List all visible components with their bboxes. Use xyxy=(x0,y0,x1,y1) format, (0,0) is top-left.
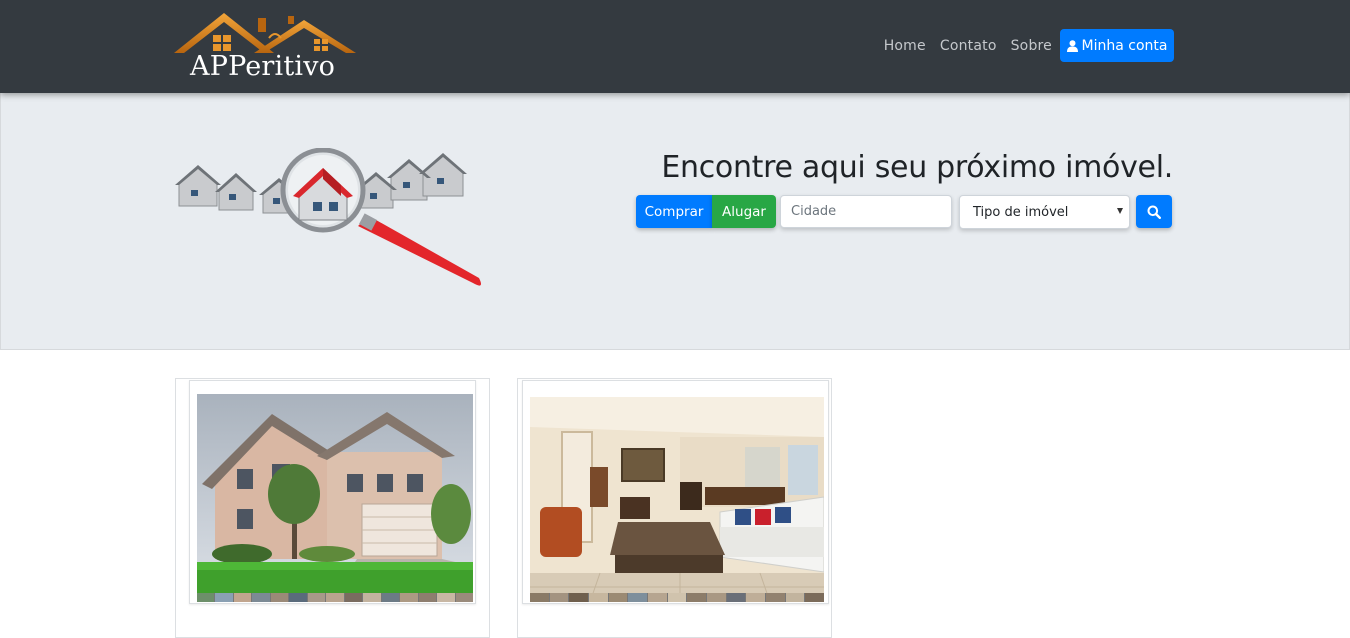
user-icon xyxy=(1066,39,1078,52)
search-hero: Encontre aqui seu próximo imóvel. Compra… xyxy=(0,93,1350,350)
top-navbar: APPeritivo Home Contato Sobre Minha cont… xyxy=(0,0,1350,93)
photo-thumbnail-strip[interactable] xyxy=(197,593,473,602)
nav-link-sobre[interactable]: Sobre xyxy=(1011,38,1052,54)
photo-thumbnail-strip[interactable] xyxy=(530,593,824,602)
property-type-value: Tipo de imóvel xyxy=(973,205,1069,220)
houses-magnifying-glass-illustration xyxy=(175,148,481,286)
my-account-label: Minha conta xyxy=(1081,37,1168,54)
buy-toggle-button[interactable]: Comprar xyxy=(636,195,712,228)
nav-link-contato[interactable]: Contato xyxy=(940,38,997,54)
search-icon xyxy=(1147,205,1161,219)
listing-gallery[interactable] xyxy=(189,380,476,604)
listing-card[interactable] xyxy=(175,378,490,638)
nav-link-home[interactable]: Home xyxy=(884,38,926,54)
listing-gallery[interactable] xyxy=(522,380,829,604)
rent-toggle-button[interactable]: Alugar xyxy=(712,195,776,228)
chevron-down-icon xyxy=(1117,208,1123,214)
nav-links: Home Contato Sobre xyxy=(884,38,1052,54)
my-account-button[interactable]: Minha conta xyxy=(1060,29,1174,62)
hero-title: Encontre aqui seu próximo imóvel. xyxy=(661,150,1173,185)
property-type-select[interactable]: Tipo de imóvel xyxy=(959,195,1130,229)
house-exterior-photo[interactable] xyxy=(197,394,473,602)
living-room-interior-photo[interactable] xyxy=(530,397,824,602)
logo-text: APPeritivo xyxy=(190,51,336,82)
living-room-image xyxy=(530,397,824,602)
listing-card[interactable] xyxy=(517,378,832,638)
house-exterior-image xyxy=(197,394,473,602)
city-input[interactable] xyxy=(780,195,952,228)
search-button[interactable] xyxy=(1136,195,1172,228)
